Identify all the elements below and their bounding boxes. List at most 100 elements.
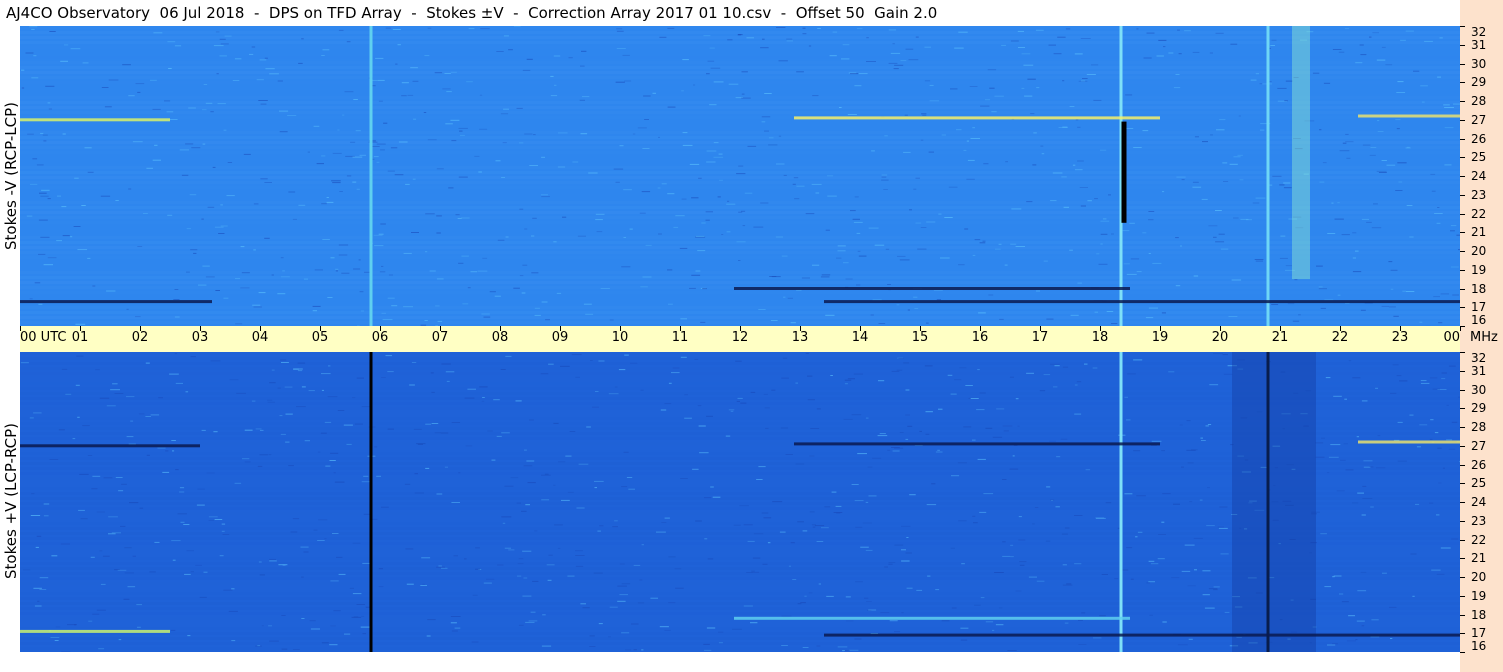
mhz-tick-mark <box>1460 138 1465 140</box>
heatmap-noise <box>47 257 57 259</box>
heatmap-noise <box>199 596 207 598</box>
heatmap-noise <box>1127 373 1136 375</box>
heatmap-noise <box>519 275 524 277</box>
heatmap-noise <box>301 38 304 40</box>
top-spectrogram <box>20 26 1460 326</box>
heatmap-noise <box>785 454 793 455</box>
heatmap-noise <box>958 264 965 266</box>
heatmap-noise <box>353 268 361 270</box>
heatmap-noise <box>1390 288 1394 290</box>
heatmap-noise <box>938 213 942 215</box>
heatmap-noise <box>782 357 788 359</box>
heatmap-noise <box>1318 288 1327 290</box>
heatmap-noise <box>1019 561 1027 563</box>
heatmap-noise <box>979 511 987 513</box>
heatmap-noise <box>496 435 502 437</box>
heatmap-noise <box>1325 377 1331 379</box>
heatmap-noise <box>235 323 243 325</box>
heatmap-noise <box>843 262 849 264</box>
heatmap-noise <box>668 556 676 558</box>
heatmap-noise <box>941 134 946 136</box>
heatmap-noise <box>208 516 218 518</box>
heatmap-noise <box>827 175 834 177</box>
heatmap-noise <box>215 31 220 33</box>
heatmap-noise <box>776 27 786 28</box>
heatmap-noise <box>50 637 60 638</box>
heatmap-band <box>20 176 1460 179</box>
heatmap-noise <box>765 427 769 429</box>
heatmap-noise <box>1255 197 1266 199</box>
heatmap-noise <box>218 233 225 234</box>
heatmap-noise <box>303 278 308 280</box>
heatmap-noise <box>458 472 461 474</box>
heatmap-noise <box>179 491 185 493</box>
heatmap-noise <box>235 278 241 280</box>
heatmap-noise <box>1080 38 1091 39</box>
heatmap-noise <box>821 274 831 276</box>
heatmap-noise <box>1126 273 1137 275</box>
heatmap-noise <box>958 520 967 522</box>
heatmap-noise <box>826 595 834 597</box>
heatmap-noise <box>301 576 304 578</box>
heatmap-noise <box>1280 235 1286 237</box>
heatmap-noise <box>1184 30 1191 32</box>
heatmap-noise <box>816 408 821 410</box>
heatmap-noise <box>244 461 251 463</box>
heatmap-noise <box>595 219 603 221</box>
heatmap-noise <box>352 156 363 158</box>
heatmap-noise <box>1223 373 1233 375</box>
heatmap-noise <box>337 129 340 131</box>
heatmap-noise <box>718 642 723 644</box>
heatmap-noise <box>137 626 141 628</box>
heatmap-noise <box>515 400 522 402</box>
mhz-tick-label: 22 <box>1471 532 1487 547</box>
heatmap-noise <box>1095 517 1106 519</box>
heatmap-noise <box>1009 376 1014 378</box>
heatmap-noise <box>45 85 55 87</box>
heatmap-noise <box>640 286 648 288</box>
heatmap-noise <box>908 59 919 61</box>
heatmap-noise <box>20 362 29 364</box>
heatmap-noise <box>403 306 413 308</box>
heatmap-noise <box>431 423 439 424</box>
heatmap-noise <box>871 150 875 152</box>
heatmap-noise <box>1420 85 1428 87</box>
heatmap-noise <box>1050 200 1057 202</box>
mhz-tick-mark <box>1460 577 1465 578</box>
heatmap-noise <box>1054 365 1060 367</box>
heatmap-noise <box>1194 136 1199 138</box>
heatmap-noise <box>689 287 696 289</box>
heatmap-noise <box>335 270 338 272</box>
heatmap-noise <box>203 571 208 573</box>
mhz-tick-mark <box>1460 213 1465 215</box>
heatmap-noise <box>590 360 593 361</box>
heatmap-noise <box>550 95 558 97</box>
heatmap-noise <box>619 145 624 147</box>
heatmap-noise <box>261 625 264 627</box>
heatmap-noise <box>183 524 190 525</box>
heatmap-noise <box>675 587 684 589</box>
heatmap-noise <box>403 252 412 254</box>
heatmap-noise <box>98 648 105 650</box>
heatmap-noise <box>312 305 321 307</box>
heatmap-noise <box>1348 615 1355 617</box>
heatmap-noise <box>1032 164 1037 166</box>
heatmap-noise <box>174 289 179 290</box>
mhz-tick-label: 18 <box>1471 281 1487 296</box>
heatmap-noise <box>467 388 476 390</box>
heatmap-noise <box>253 249 256 251</box>
heatmap-noise <box>118 639 122 641</box>
heatmap-noise <box>1220 248 1229 250</box>
heatmap-noise <box>575 376 580 378</box>
mhz-tick-label: 31 <box>1471 37 1487 52</box>
heatmap-noise <box>1448 448 1456 450</box>
mhz-tick-label: 25 <box>1471 476 1487 491</box>
heatmap-noise <box>1136 271 1142 273</box>
utc-tick-label: 00 <box>1443 330 1460 345</box>
heatmap-noise <box>430 372 434 374</box>
heatmap-noise <box>593 572 603 574</box>
mhz-tick-mark <box>1460 26 1465 27</box>
heatmap-noise <box>374 245 384 247</box>
heatmap-noise <box>517 575 522 577</box>
heatmap-noise <box>1441 372 1447 374</box>
